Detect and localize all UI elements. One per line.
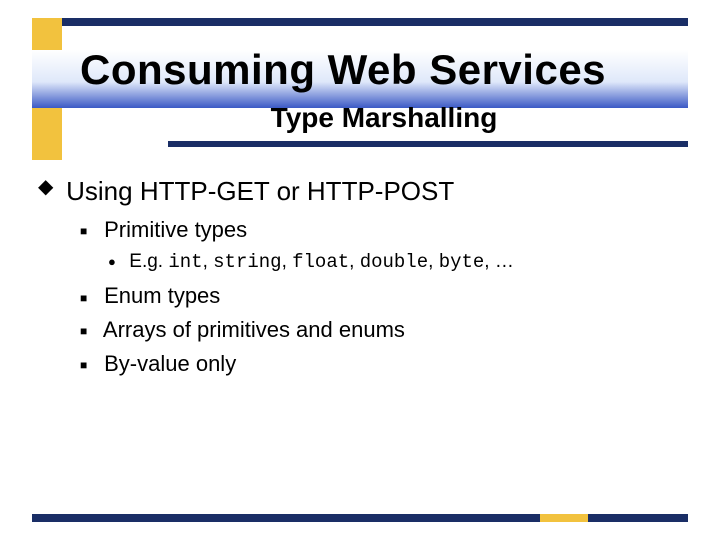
slide: Consuming Web Services Type Marshalling …	[0, 0, 720, 540]
top-rule-gold-segment	[32, 18, 62, 26]
sep: ,	[349, 251, 360, 272]
eg-suffix: , …	[484, 251, 514, 272]
square-bullet-icon: ■	[80, 290, 98, 306]
bullet-level-0: ◆ Using HTTP-GET or HTTP-POST	[38, 174, 680, 209]
slide-body: ◆ Using HTTP-GET or HTTP-POST ■ Primitiv…	[38, 172, 680, 382]
slide-title: Consuming Web Services	[80, 46, 688, 94]
level-2-list: ● E.g. int, string, float, double, byte,…	[108, 249, 680, 276]
bullet-level-1: ■ Enum types	[80, 281, 680, 311]
bullet-level-1-text: Arrays of primitives and enums	[103, 317, 405, 342]
bottom-rule	[32, 514, 688, 522]
bullet-level-1: ■ Arrays of primitives and enums	[80, 315, 680, 345]
slide-subtitle: Type Marshalling	[80, 102, 688, 134]
eg-prefix: E.g.	[129, 251, 168, 272]
code-double: double	[360, 251, 428, 273]
level-1-list: ■ Primitive types ● E.g. int, string, fl…	[80, 215, 680, 378]
square-bullet-icon: ■	[80, 223, 98, 239]
diamond-bullet-icon: ◆	[38, 174, 60, 201]
bullet-level-2: ● E.g. int, string, float, double, byte,…	[108, 249, 680, 276]
subtitle-underline	[168, 141, 688, 147]
code-string: string	[213, 251, 281, 273]
bullet-level-0-text: Using HTTP-GET or HTTP-POST	[66, 174, 454, 209]
bullet-level-1-text: By-value only	[104, 351, 236, 376]
bullet-level-1-text: Primitive types	[104, 217, 247, 242]
square-bullet-icon: ■	[80, 357, 98, 373]
sep: ,	[203, 251, 214, 272]
bullet-level-1-text: Enum types	[104, 283, 220, 308]
code-int: int	[168, 251, 202, 273]
bullet-level-1: ■ Primitive types	[80, 215, 680, 245]
top-rule	[32, 18, 688, 26]
sep: ,	[428, 251, 439, 272]
code-float: float	[292, 251, 349, 273]
bullet-level-2-text: E.g. int, string, float, double, byte, …	[129, 251, 514, 272]
bullet-level-1: ■ By-value only	[80, 349, 680, 379]
sep: ,	[282, 251, 293, 272]
dot-bullet-icon: ●	[108, 253, 124, 271]
bottom-rule-gold-segment	[540, 514, 588, 522]
code-byte: byte	[439, 251, 485, 273]
square-bullet-icon: ■	[80, 323, 98, 339]
